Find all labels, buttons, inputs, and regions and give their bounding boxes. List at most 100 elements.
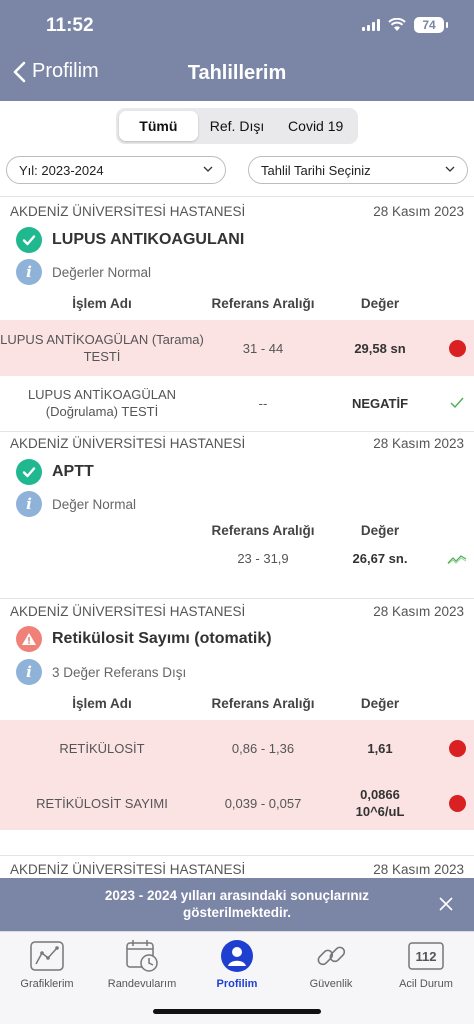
check-mark-icon (450, 397, 464, 409)
tab-label: Profilim (216, 978, 258, 990)
column-header-range: Referans Aralığı (211, 296, 315, 311)
segment-out-of-range[interactable]: Ref. Dışı (198, 111, 277, 141)
home-indicator (153, 1009, 321, 1014)
profile-icon (219, 938, 255, 974)
tab-profilim[interactable]: Profilim (192, 938, 282, 990)
row-value: NEGATİF (351, 396, 409, 411)
row-value: 26,67 sn. (352, 551, 408, 566)
result-card[interactable]: AKDENİZ ÜNİVERSİTESİ HASTANESİ 28 Kasım … (0, 862, 474, 878)
column-header-value: Değer (360, 296, 400, 311)
column-header-value: Değer (360, 696, 400, 711)
result-card[interactable]: AKDENİZ ÜNİVERSİTESİ HASTANESİ 28 Kasım … (0, 604, 474, 834)
close-icon[interactable] (438, 896, 454, 912)
check-icon (16, 227, 42, 253)
row-name: RETİKÜLOSİT (59, 741, 145, 756)
segment-all[interactable]: Tümü (119, 111, 198, 141)
signal-icon (362, 19, 380, 31)
table-row[interactable]: RETİKÜLOSİT SAYIMI 0,039 - 0,057 0,0866 … (0, 775, 474, 830)
table-row[interactable]: LUPUS ANTİKOAGÜLAN (Doğrulama) TESTİ -- … (0, 376, 474, 432)
test-title: LUPUS ANTIKOAGULANI (16, 227, 244, 253)
divider (0, 431, 474, 432)
status-time: 11:52 (46, 15, 94, 36)
row-range: 0,039 - 0,057 (224, 796, 302, 811)
row-range: -- (258, 396, 268, 411)
hospital-name: AKDENİZ ÜNİVERSİTESİ HASTANESİ (10, 604, 246, 619)
row-range: 31 - 44 (242, 341, 284, 356)
battery-icon: 74 (414, 17, 448, 33)
info-text: 3 Değer Referans Dışı (52, 664, 187, 680)
hospital-name: AKDENİZ ÜNİVERSİTESİ HASTANESİ (10, 436, 246, 451)
calendar-icon (124, 938, 160, 974)
banner-text: 2023 - 2024 yılları arasındaki sonuçları… (104, 888, 370, 920)
divider (0, 598, 474, 599)
header: 11:52 74 Profilim Tahlillerim (0, 0, 474, 101)
tab-label: Randevularım (107, 978, 177, 990)
chart-icon (29, 938, 65, 974)
status-icons: 74 (362, 17, 448, 33)
row-value: 1,61 (367, 741, 393, 756)
row-name: LUPUS ANTİKOAGÜLAN (Tarama) TESTİ (0, 332, 204, 364)
tab-guvenlik[interactable]: Güvenlik (286, 938, 376, 990)
year-select[interactable]: Yıl: 2023-2024 (6, 156, 226, 184)
result-date: 28 Kasım 2023 (373, 204, 464, 219)
info-banner: 2023 - 2024 yılları arasındaki sonuçları… (0, 878, 474, 931)
info-row: i Değer Normal (16, 491, 136, 517)
filter-segment: Tümü Ref. Dışı Covid 19 (116, 108, 358, 144)
date-select[interactable]: Tahlil Tarihi Seçiniz (248, 156, 468, 184)
row-range: 23 - 31,9 (237, 551, 289, 566)
info-text: Değerler Normal (52, 264, 152, 280)
info-row: i Değerler Normal (16, 259, 151, 285)
tab-label: Acil Durum (399, 978, 453, 990)
tab-label: Güvenlik (309, 978, 353, 990)
wifi-icon (388, 18, 406, 31)
result-date: 28 Kasım 2023 (373, 862, 464, 877)
info-icon: i (16, 659, 42, 685)
hospital-name: AKDENİZ ÜNİVERSİTESİ HASTANESİ (10, 204, 246, 219)
table-row-group: RETİKÜLOSİT 0,86 - 1,36 1,61 RETİKÜLOSİT… (0, 720, 474, 830)
info-icon: i (16, 259, 42, 285)
result-date: 28 Kasım 2023 (373, 436, 464, 451)
chevron-down-icon (203, 166, 213, 172)
card-header: AKDENİZ ÜNİVERSİTESİ HASTANESİ 28 Kasım … (10, 862, 464, 877)
column-header-value: Değer (360, 523, 400, 538)
table-row[interactable]: RETİKÜLOSİT 0,86 - 1,36 1,61 (0, 720, 474, 775)
out-of-range-indicator-icon (449, 795, 466, 812)
column-header-name: İşlem Adı (72, 296, 132, 311)
emergency-112-text: 112 (416, 949, 437, 964)
year-select-value: Yıl: 2023-2024 (19, 162, 104, 178)
card-header: AKDENİZ ÜNİVERSİTESİ HASTANESİ 28 Kasım … (10, 436, 464, 451)
info-text: Değer Normal (52, 496, 137, 512)
check-icon (16, 459, 42, 485)
column-header-range: Referans Aralığı (211, 696, 315, 711)
trend-chart-icon[interactable] (447, 553, 467, 565)
tab-randevularim[interactable]: Randevularım (97, 938, 187, 990)
tab-grafiklerim[interactable]: Grafiklerim (2, 938, 92, 990)
row-name: RETİKÜLOSİT SAYIMI (36, 796, 168, 811)
row-range: 0,86 - 1,36 (231, 741, 295, 756)
tab-acil-durum[interactable]: 112 Acil Durum (381, 938, 471, 990)
date-select-value: Tahlil Tarihi Seçiniz (261, 162, 371, 178)
hospital-name: AKDENİZ ÜNİVERSİTESİ HASTANESİ (10, 862, 246, 877)
test-name: LUPUS ANTIKOAGULANI (52, 231, 245, 248)
test-title: APTT (16, 459, 94, 485)
table-row[interactable]: LUPUS ANTİKOAGÜLAN (Tarama) TESTİ 31 - 4… (0, 320, 474, 376)
row-value: 0,0866 10^6/uL (355, 787, 405, 819)
chevron-down-icon (445, 166, 455, 172)
test-name: Retikülosit Sayımı (otomatik) (52, 630, 272, 647)
result-card[interactable]: AKDENİZ ÜNİVERSİTESİ HASTANESİ 28 Kasım … (0, 204, 474, 430)
link-icon (313, 938, 349, 974)
info-row: i 3 Değer Referans Dışı (16, 659, 186, 685)
warning-icon (16, 626, 42, 652)
tab-label: Grafiklerim (20, 978, 74, 990)
segment-covid[interactable]: Covid 19 (276, 111, 355, 141)
divider (0, 196, 474, 197)
card-header: AKDENİZ ÜNİVERSİTESİ HASTANESİ 28 Kasım … (10, 204, 464, 219)
result-card[interactable]: AKDENİZ ÜNİVERSİTESİ HASTANESİ 28 Kasım … (0, 436, 474, 596)
test-title: Retikülosit Sayımı (otomatik) (16, 626, 272, 652)
page-title: Tahlillerim (187, 62, 287, 84)
result-date: 28 Kasım 2023 (373, 604, 464, 619)
test-name: APTT (52, 463, 94, 480)
row-value: 29,58 sn (354, 341, 406, 356)
table-row[interactable]: 23 - 31,9 26,67 sn. (0, 544, 474, 584)
column-header-range: Referans Aralığı (211, 523, 315, 538)
